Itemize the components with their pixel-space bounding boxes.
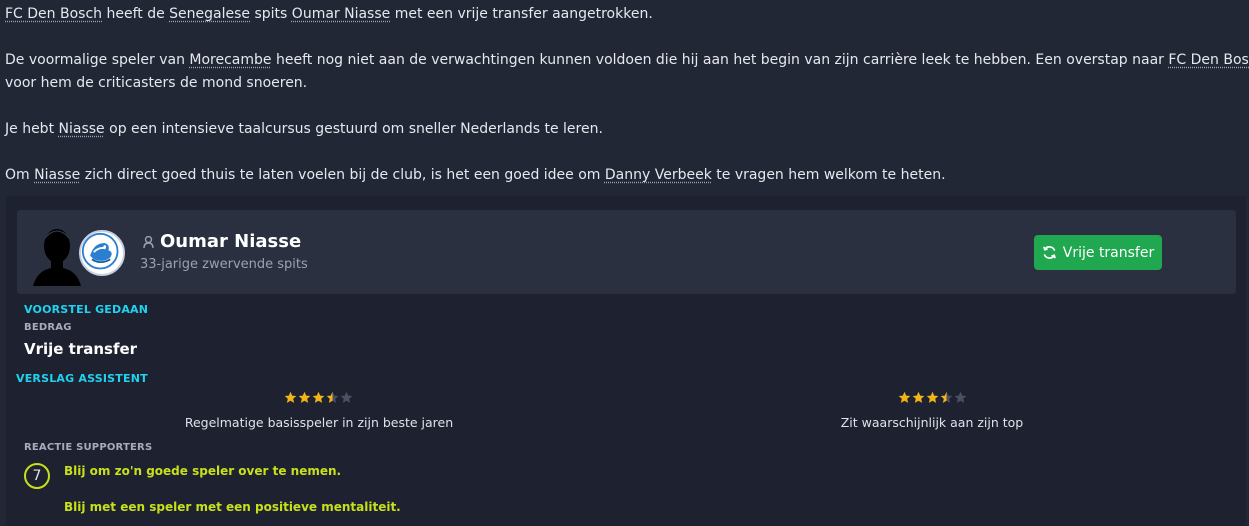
star-icon <box>926 391 939 403</box>
player-silhouette-icon[interactable] <box>31 224 83 286</box>
transfer-type-button[interactable]: Vrije transfer <box>1034 235 1162 270</box>
supporter-score-badge: 7 <box>24 463 50 489</box>
star-icon <box>298 391 311 403</box>
assistant-report-heading: VERSLAG ASSISTENT <box>16 372 148 385</box>
amount-value: Vrije transfer <box>24 340 138 358</box>
intro-paragraph-1: FC Den Bosch heeft de Senegalese spits O… <box>5 3 653 26</box>
nationality-link[interactable]: Senegalese <box>169 6 250 22</box>
star-icon <box>898 391 911 403</box>
player-name[interactable]: Oumar Niasse <box>160 231 301 252</box>
intro-paragraph-2-cont: voor hem de criticasters de mond snoeren… <box>5 75 308 91</box>
text: heeft nog niet aan de verwachtingen kunn… <box>271 52 1169 68</box>
offer-heading: VOORSTEL GEDAAN <box>24 303 149 316</box>
current-ability-caption: Regelmatige basisspeler in zijn beste ja… <box>184 415 454 430</box>
supporter-score: 7 <box>32 468 42 484</box>
amount-label: BEDRAG <box>24 322 72 333</box>
refresh-icon <box>1042 246 1056 259</box>
supporter-reaction-1: Blij om zo'n goede speler over te nemen. <box>64 464 342 478</box>
staff-link[interactable]: Danny Verbeek <box>605 167 712 183</box>
supporter-reaction-heading: REACTIE SUPPORTERS <box>24 442 153 453</box>
player-link[interactable]: Niasse <box>59 121 105 137</box>
player-description: 33-jarige zwervende spits <box>140 257 308 272</box>
text: zich direct goed thuis te laten voelen b… <box>80 167 605 183</box>
star-icon <box>326 391 339 403</box>
text: op een intensieve taalcursus gestuurd om… <box>104 121 603 137</box>
current-ability-stars <box>284 391 353 405</box>
text: te vragen hem welkom te heten. <box>711 167 946 183</box>
player-link[interactable]: Oumar Niasse <box>292 6 390 22</box>
text: Je hebt <box>5 121 59 137</box>
text: met een vrije transfer aangetrokken. <box>390 6 653 22</box>
star-icon <box>284 391 297 403</box>
intro-paragraph-2: De voormalige speler van Morecambe heeft… <box>5 49 1249 72</box>
potential-ability-caption: Zit waarschijnlijk aan zijn top <box>840 415 1024 430</box>
person-icon <box>143 236 154 248</box>
text: spits <box>250 6 292 22</box>
intro-paragraph-3: Je hebt Niasse op een intensieve taalcur… <box>5 118 603 141</box>
former-club-link[interactable]: Morecambe <box>189 52 271 68</box>
club-link[interactable]: FC Den Bosch <box>5 6 102 22</box>
club-link[interactable]: FC Den Bosch <box>1168 52 1249 68</box>
potential-ability-stars <box>898 391 967 405</box>
star-icon <box>954 391 967 403</box>
supporter-reaction-2: Blij met een speler met een positieve me… <box>64 500 401 514</box>
text: Om <box>5 167 35 183</box>
star-icon <box>340 391 353 403</box>
transfer-type-button-label: Vrije transfer <box>1062 244 1155 261</box>
club-crest-icon[interactable] <box>79 230 125 276</box>
star-icon <box>312 391 325 403</box>
star-icon <box>912 391 925 403</box>
player-link[interactable]: Niasse <box>34 167 80 183</box>
intro-paragraph-4: Om Niasse zich direct goed thuis te late… <box>5 164 946 187</box>
text: heeft de <box>102 6 170 22</box>
text: De voormalige speler van <box>5 52 190 68</box>
star-icon <box>940 391 953 403</box>
